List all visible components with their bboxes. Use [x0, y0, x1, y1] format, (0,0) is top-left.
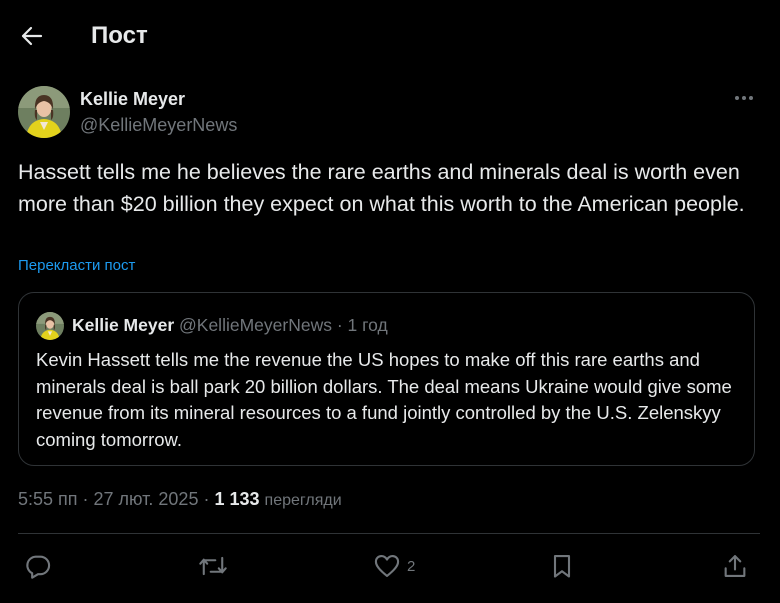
translate-post-link[interactable]: Перекласти пост [18, 257, 135, 274]
divider [18, 533, 760, 534]
repost-icon [199, 556, 227, 576]
back-button[interactable] [14, 20, 50, 52]
avatar[interactable] [18, 86, 70, 138]
repost-button[interactable] [198, 550, 228, 582]
quote-avatar-image [36, 312, 64, 340]
more-button[interactable] [730, 86, 758, 110]
more-horizontal-icon [735, 96, 753, 100]
post-date[interactable]: 27 лют. 2025 [94, 489, 199, 509]
share-button[interactable] [721, 550, 749, 582]
quote-author-handle: @KellieMeyerNews [179, 315, 332, 335]
reply-button[interactable] [24, 550, 52, 582]
post-time[interactable]: 5:55 пп [18, 489, 78, 509]
avatar-image [18, 86, 70, 138]
views-label: перегляди [264, 492, 342, 509]
like-button[interactable]: 2 [373, 550, 415, 582]
like-count: 2 [407, 557, 416, 575]
page-title: Пост [91, 22, 148, 49]
author-name[interactable]: Kellie Meyer [80, 89, 185, 110]
quote-author-name: Kellie Meyer [72, 315, 175, 335]
meta-separator: · [77, 489, 94, 509]
bookmark-button[interactable] [548, 550, 576, 582]
quote-text: Kevin Hassett tells me the revenue the U… [36, 349, 732, 450]
quote-header: Kellie Meyer @KellieMeyerNews · 1 год [72, 315, 388, 336]
author-handle[interactable]: @KellieMeyerNews [80, 115, 237, 136]
meta-separator-2: · [198, 489, 215, 509]
quote-separator: · [331, 315, 348, 335]
reply-icon [26, 555, 51, 579]
quote-time: 1 год [347, 315, 388, 335]
post-meta: 5:55 пп · 27 лют. 2025 · 1 133 перегляди [18, 489, 342, 510]
quote-avatar [36, 312, 64, 340]
views-count: 1 133 [214, 489, 260, 509]
tweet-text: Hassett tells me he believes the rare ea… [18, 160, 745, 216]
bookmark-icon [553, 555, 571, 578]
header: Пост [0, 0, 780, 72]
quoted-post[interactable]: Kellie Meyer @KellieMeyerNews · 1 год Ke… [18, 292, 755, 466]
post-page: Пост Kellie Meyer @KellieMeyerNews Hasse… [0, 0, 780, 603]
arrow-left-icon [21, 26, 43, 46]
heart-icon [374, 555, 400, 577]
share-icon [724, 555, 746, 577]
